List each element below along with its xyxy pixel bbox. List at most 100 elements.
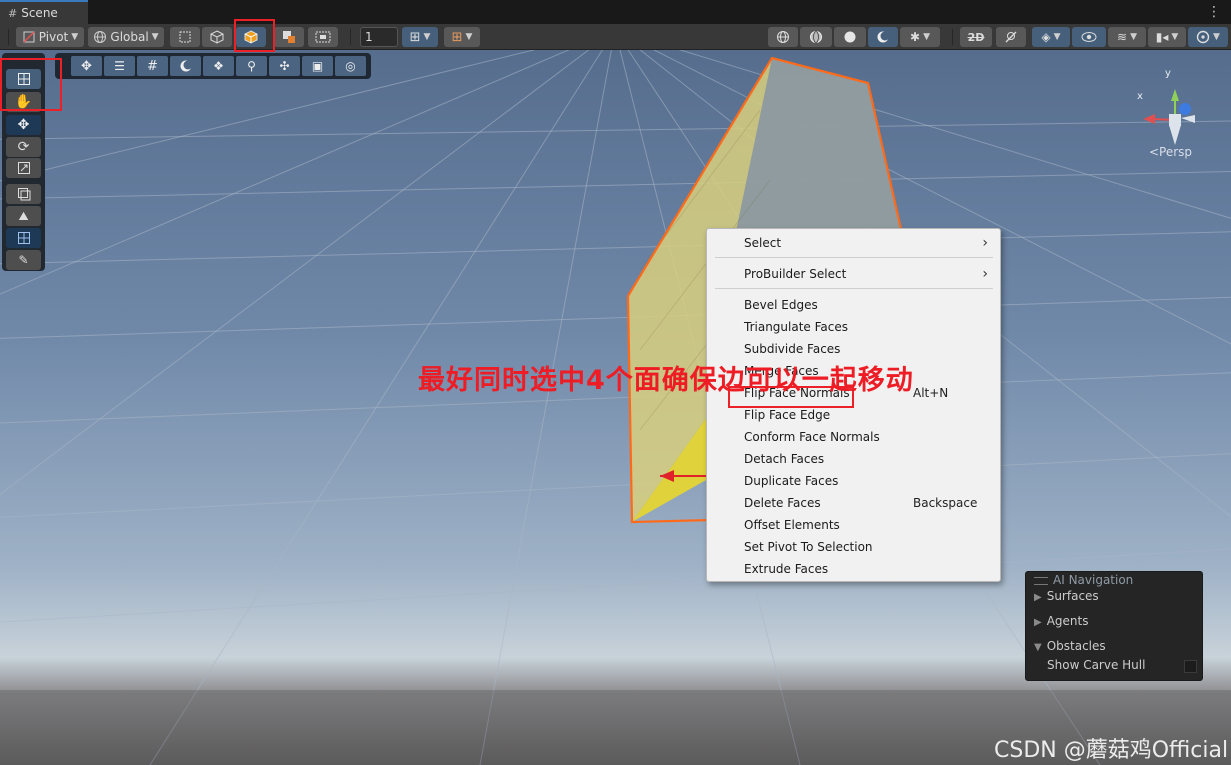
menu-item-label: Flip Face Edge	[744, 408, 831, 422]
gizmo-y-label: y	[1165, 68, 1171, 79]
pb-search-button[interactable]: ⚲	[236, 56, 267, 76]
vertex-mode-button[interactable]	[202, 27, 232, 47]
shaded-button[interactable]	[834, 27, 866, 47]
grid-select-icon	[17, 73, 30, 85]
stack-icon: ≋	[1117, 30, 1128, 44]
search-icon: ⚲	[247, 59, 256, 73]
scene-visibility-button[interactable]	[1072, 27, 1106, 47]
menu-item-delete-faces[interactable]: Delete Faces Backspace	[707, 492, 1000, 514]
agents-foldout[interactable]: ▶ Agents	[1034, 614, 1088, 628]
pb-move-button[interactable]: ✥	[71, 56, 102, 76]
chevron-down-icon: ▼	[1171, 32, 1179, 42]
menu-item-bevel-edges[interactable]: Bevel Edges	[707, 294, 1000, 316]
grid-size-value: 1	[365, 30, 373, 44]
layers-icon: ◈	[1041, 30, 1051, 44]
toggle-2d-button[interactable]: 2D	[960, 27, 992, 47]
move-tool-button[interactable]: ✥	[6, 115, 41, 135]
debug-draw-dropdown[interactable]: ✱ ▼	[900, 27, 940, 47]
menu-item-duplicate-faces[interactable]: Duplicate Faces	[707, 470, 1000, 492]
camera-dropdown[interactable]: ▮◂ ▼	[1148, 27, 1186, 47]
face-mode-button[interactable]	[236, 27, 266, 47]
menu-item-triangulate-faces[interactable]: Triangulate Faces	[707, 316, 1000, 338]
gizmo-icon	[1196, 30, 1210, 44]
chevron-down-icon: ▼	[71, 32, 79, 42]
menu-item-flip-face-edge[interactable]: Flip Face Edge	[707, 404, 1000, 426]
more-options-icon[interactable]: ⋮	[1207, 4, 1221, 20]
move-icon: ✥	[17, 117, 30, 133]
persp-label[interactable]: <Persp	[1149, 145, 1192, 159]
obstacles-foldout[interactable]: ▼ Obstacles	[1034, 639, 1106, 653]
surfaces-label: Surfaces	[1046, 589, 1099, 603]
pb-pivot-button[interactable]: ✣	[269, 56, 300, 76]
global-dropdown[interactable]: Global ▼	[88, 27, 164, 47]
menu-item-extrude-faces[interactable]: Extrude Faces	[707, 558, 1000, 580]
layers-dropdown[interactable]: ≋ ▼	[1108, 27, 1146, 47]
menu-item-flip-face-normals[interactable]: Flip Face Normals Alt+N	[707, 382, 1000, 404]
show-carve-hull-checkbox[interactable]	[1184, 660, 1197, 673]
sliders-icon: ☰	[114, 59, 125, 73]
transform-icon: ⛰	[18, 208, 29, 223]
increment-snap-dropdown[interactable]: ⊞ ▼	[444, 27, 480, 47]
probuilder-select-icon	[283, 31, 295, 43]
chevron-down-icon: ▼	[465, 32, 473, 42]
pivot-icon: ✣	[279, 59, 290, 73]
gizmos-dropdown[interactable]: ▼	[1188, 27, 1228, 47]
menu-item-label: Duplicate Faces	[744, 474, 839, 488]
surfaces-foldout[interactable]: ▶ Surfaces	[1034, 589, 1099, 603]
pb-shading-button[interactable]	[170, 56, 201, 76]
menu-item-probuilder-select[interactable]: ProBuilder Select ›	[707, 263, 1000, 285]
menu-item-merge-faces[interactable]: Merge Faces	[707, 360, 1000, 382]
lighting-toggle-button[interactable]	[996, 27, 1026, 47]
grid-snap-icon: ⊞	[409, 29, 421, 45]
pb-align-button[interactable]: ☰	[104, 56, 135, 76]
pivot-label: Pivot	[38, 30, 69, 44]
wireframe-shading-button[interactable]	[768, 27, 798, 47]
rect-tool-button[interactable]	[6, 184, 41, 204]
draw-tool-button[interactable]: ✎	[6, 250, 41, 270]
pb-camera-button[interactable]: ▣	[302, 56, 333, 76]
custom-tool-button[interactable]	[6, 228, 41, 248]
pivot-dropdown[interactable]: Pivot ▼	[16, 27, 84, 47]
menu-item-select[interactable]: Select ›	[707, 232, 1000, 254]
gizmo-x-label: x	[1137, 91, 1143, 102]
menu-item-label: Triangulate Faces	[744, 320, 848, 334]
grid-size-input[interactable]: 1	[360, 27, 398, 47]
hand-tool-button[interactable]: ✋	[6, 92, 41, 112]
orientation-gizmo[interactable]	[1125, 65, 1225, 185]
tab-scene[interactable]: # Scene	[0, 0, 88, 24]
menu-item-label: Offset Elements	[744, 518, 840, 532]
tools-overlay: ✋ ✥ ⟳ ⛰ ✎	[2, 53, 45, 271]
obstacles-label: Obstacles	[1046, 639, 1106, 653]
globe-icon	[94, 31, 107, 43]
show-carve-hull-label: Show Carve Hull	[1047, 658, 1146, 672]
menu-item-conform-face-normals[interactable]: Conform Face Normals	[707, 426, 1000, 448]
menu-item-subdivide-faces[interactable]: Subdivide Faces	[707, 338, 1000, 360]
menu-item-set-pivot-to-selection[interactable]: Set Pivot To Selection	[707, 536, 1000, 558]
scene-viewport[interactable]: ✋ ✥ ⟳ ⛰ ✎ ✥ ☰ # ❖ ⚲ ✣ ▣ ◎ y x <Persp AI …	[0, 50, 1231, 765]
frame-icon	[315, 31, 331, 43]
cube-face-icon	[244, 30, 258, 44]
pb-compass-button[interactable]: ◎	[335, 56, 366, 76]
hash-icon: #	[147, 58, 158, 74]
shaded-wireframe-button[interactable]	[800, 27, 832, 47]
pb-grid-button[interactable]: #	[137, 56, 168, 76]
view-tool-button[interactable]	[6, 69, 41, 89]
menu-item-offset-elements[interactable]: Offset Elements	[707, 514, 1000, 536]
layers-visibility-dropdown[interactable]: ◈ ▼	[1032, 27, 1070, 47]
diamond-grid-icon: ❖	[213, 59, 224, 73]
transform-tool-button[interactable]: ⛰	[6, 206, 41, 226]
grid-snap-dropdown[interactable]: ⊞ ▼	[402, 27, 438, 47]
rotate-tool-button[interactable]: ⟳	[6, 137, 41, 157]
pb-snap-button[interactable]: ❖	[203, 56, 234, 76]
object-mode-button[interactable]	[170, 27, 200, 47]
sphere-icon	[180, 60, 192, 72]
lit-shading-button[interactable]	[868, 27, 898, 47]
cube-outline-icon	[210, 30, 224, 44]
menu-item-detach-faces[interactable]: Detach Faces	[707, 448, 1000, 470]
select-hidden-button[interactable]	[274, 27, 304, 47]
ai-navigation-overlay: AI Navigation ▶ Surfaces ▶ Agents ▼ Obstacl…	[1025, 571, 1203, 681]
triangle-down-icon: ▼	[1034, 642, 1042, 653]
camera-icon: ▣	[311, 59, 324, 73]
scale-tool-button[interactable]	[6, 158, 41, 178]
handle-orientation-button[interactable]	[308, 27, 338, 47]
